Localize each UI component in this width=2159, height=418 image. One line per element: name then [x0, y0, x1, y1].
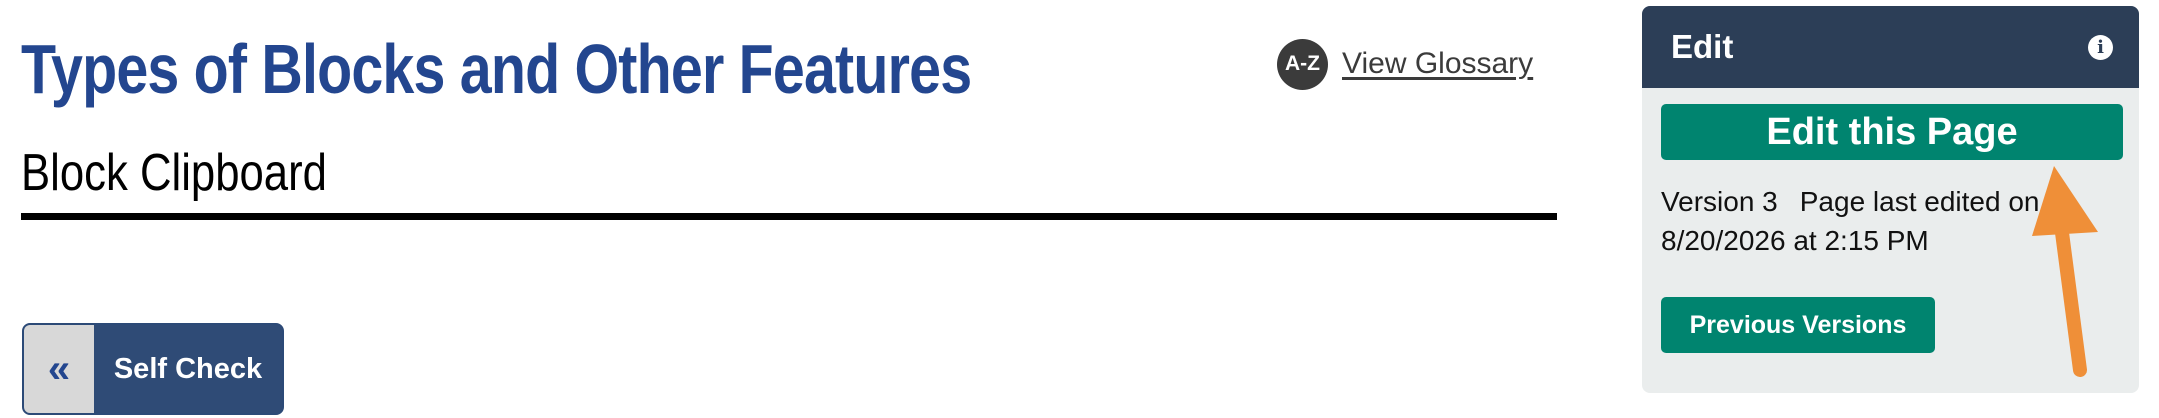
self-check-button[interactable]: « Self Check — [22, 323, 284, 415]
page-title: Types of Blocks and Other Features — [21, 30, 972, 108]
view-glossary-link[interactable]: A-Z View Glossary — [1277, 38, 1533, 90]
edit-this-page-button[interactable]: Edit this Page — [1661, 104, 2123, 160]
title-divider — [21, 213, 1557, 220]
view-glossary-label: View Glossary — [1342, 47, 1534, 80]
self-check-icon-box: « — [24, 325, 94, 413]
double-chevron-left-icon: « — [47, 347, 71, 391]
previous-versions-button[interactable]: Previous Versions — [1661, 297, 1935, 353]
edit-panel-header: Edit i — [1642, 6, 2139, 88]
info-icon[interactable]: i — [2088, 34, 2113, 60]
edit-panel: Edit i Edit this Page Version 3 Page last… — [1642, 6, 2139, 393]
a-z-glossary-icon: A-Z — [1277, 38, 1328, 90]
edit-panel-title: Edit — [1671, 28, 1734, 65]
section-title: Block Clipboard — [21, 144, 327, 202]
version-info: Version 3 Page last edited on 8/20/2026 a… — [1661, 182, 2081, 260]
self-check-label: Self Check — [113, 352, 263, 385]
version-number: Version 3 — [1661, 186, 1778, 217]
